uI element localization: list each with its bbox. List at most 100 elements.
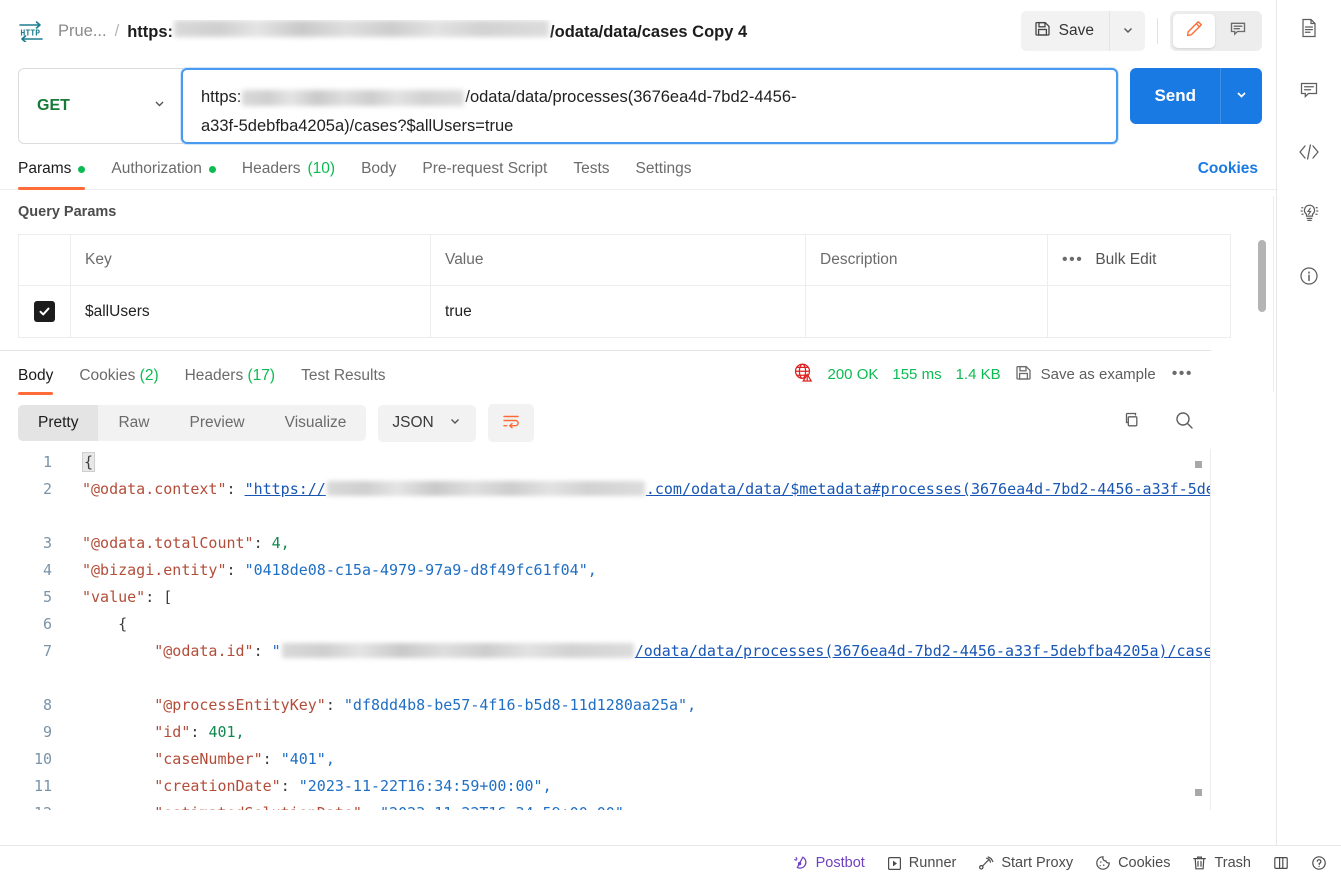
floppy-disk-icon bbox=[1015, 364, 1032, 385]
tab-tests[interactable]: Tests bbox=[560, 160, 622, 189]
line-number: 1 bbox=[42, 453, 52, 471]
json-link-prefix[interactable]: "https:// bbox=[245, 480, 326, 498]
rail-item-info[interactable] bbox=[1293, 262, 1325, 294]
ellipsis-icon[interactable]: ••• bbox=[1062, 251, 1083, 269]
header-description: Description bbox=[805, 234, 1048, 286]
url-input[interactable]: https: /odata/data/processes(3676ea4d-7bd… bbox=[181, 68, 1119, 144]
format-tab-pretty[interactable]: Pretty bbox=[18, 405, 99, 441]
query-params-section: Query Params Key Value Description ••• B… bbox=[0, 190, 1276, 392]
footer-item-runner[interactable]: Runner bbox=[887, 855, 956, 871]
row-checkbox[interactable] bbox=[34, 301, 55, 322]
url-row: GET https: /odata/data/processes(3676ea4d… bbox=[0, 62, 1276, 144]
json-link-suffix[interactable]: .com/odata/data/$metadata#processes(3676… bbox=[646, 480, 1211, 498]
pencil-icon bbox=[1185, 19, 1204, 43]
footer-item-trash[interactable]: Trash bbox=[1192, 855, 1251, 871]
bulk-edit-label[interactable]: Bulk Edit bbox=[1095, 251, 1156, 269]
json-value: "df8dd4b8-be57-4f16-b5d8-11d1280aa25a", bbox=[343, 696, 697, 714]
comment-mode-button[interactable] bbox=[1217, 14, 1259, 48]
response-tab-body-label: Body bbox=[18, 367, 54, 384]
json-value: "2023-11-22T16:34:59+00:00", bbox=[380, 804, 633, 810]
http-logo-icon: HTTP bbox=[18, 20, 44, 43]
response-tab-test-results[interactable]: Test Results bbox=[288, 367, 398, 397]
response-more-button[interactable]: ••• bbox=[1170, 365, 1195, 383]
response-tab-body[interactable]: Body bbox=[18, 367, 66, 397]
method-selector[interactable]: GET bbox=[18, 68, 183, 144]
row-key[interactable]: $allUsers bbox=[70, 285, 431, 338]
code-scrollbar[interactable] bbox=[1195, 461, 1202, 796]
rail-item-tips[interactable] bbox=[1293, 200, 1325, 232]
modified-dot-icon bbox=[208, 165, 216, 173]
send-options-button[interactable] bbox=[1220, 68, 1262, 124]
word-wrap-button[interactable] bbox=[487, 404, 534, 442]
json-key: "@odata.totalCount" bbox=[82, 534, 254, 552]
json-key: "@bizagi.entity" bbox=[82, 561, 227, 579]
row-extra bbox=[1047, 285, 1231, 338]
tab-headers-count: (10) bbox=[307, 160, 336, 177]
edit-mode-button[interactable] bbox=[1173, 14, 1215, 48]
params-scroll-thumb[interactable] bbox=[1258, 240, 1266, 312]
rail-item-code[interactable] bbox=[1293, 138, 1325, 170]
footer-item-start-proxy[interactable]: Start Proxy bbox=[978, 855, 1073, 871]
row-description[interactable] bbox=[805, 285, 1048, 338]
tab-body-label: Body bbox=[361, 160, 397, 177]
format-tab-visualize[interactable]: Visualize bbox=[265, 405, 367, 441]
chevron-down-icon bbox=[448, 414, 462, 433]
format-tab-raw[interactable]: Raw bbox=[98, 405, 169, 441]
code-line: { bbox=[82, 611, 1211, 638]
language-selector[interactable]: JSON bbox=[378, 404, 476, 442]
save-as-example-button[interactable]: Save as example bbox=[1015, 364, 1156, 385]
url-suffix-line1: /odata/data/processes(3676ea4d-7bd2-4456… bbox=[465, 88, 797, 106]
status-badge: 200 OK bbox=[827, 365, 879, 383]
code-scroll-down[interactable] bbox=[1195, 789, 1202, 796]
params-scroll-track bbox=[1273, 196, 1274, 392]
breadcrumb-folder[interactable]: Prue... bbox=[58, 22, 107, 41]
json-key: "caseNumber" bbox=[154, 750, 263, 768]
save-options-button[interactable] bbox=[1109, 11, 1145, 51]
tab-headers[interactable]: Headers (10) bbox=[229, 160, 348, 189]
line-number: 8 bbox=[42, 696, 52, 714]
breadcrumb-title-prefix: https: bbox=[127, 23, 174, 41]
footer-item-cookies[interactable]: Cookies bbox=[1095, 855, 1170, 871]
tab-pre-request-script[interactable]: Pre-request Script bbox=[409, 160, 560, 189]
response-tab-headers-count: (17) bbox=[247, 367, 276, 384]
code-scroll-up[interactable] bbox=[1195, 461, 1202, 468]
format-tab-preview[interactable]: Preview bbox=[170, 405, 265, 441]
response-body-code[interactable]: 1 2 3 4 5 6 7 8 9 10 11 12 bbox=[0, 449, 1211, 810]
footer-item-start-proxy-label: Start Proxy bbox=[1001, 855, 1074, 871]
tab-authorization[interactable]: Authorization bbox=[98, 160, 228, 189]
response-tab-headers[interactable]: Headers (17) bbox=[172, 367, 288, 397]
line-number: 3 bbox=[42, 534, 52, 552]
line-number: 11 bbox=[33, 777, 52, 795]
footer-item-trash-label: Trash bbox=[1214, 855, 1251, 871]
line-number: 9 bbox=[42, 723, 52, 741]
tab-params[interactable]: Params bbox=[18, 160, 98, 190]
search-icon[interactable] bbox=[1174, 410, 1195, 436]
params-scrollbar[interactable] bbox=[1258, 196, 1274, 392]
rail-item-documentation[interactable] bbox=[1293, 14, 1325, 46]
rail-item-comments[interactable] bbox=[1293, 76, 1325, 108]
footer-item-layout[interactable] bbox=[1273, 855, 1289, 871]
header-actions: Save bbox=[1020, 11, 1262, 51]
chevron-down-icon bbox=[1234, 87, 1249, 105]
json-key: "@odata.id" bbox=[154, 642, 254, 660]
copy-icon[interactable] bbox=[1121, 410, 1142, 436]
cookies-link[interactable]: Cookies bbox=[1198, 160, 1258, 177]
redacted-host bbox=[242, 89, 465, 106]
json-link-suffix[interactable]: /odata/data/processes(3676ea4d-7bd2-4456… bbox=[635, 642, 1211, 660]
save-button[interactable]: Save bbox=[1020, 11, 1109, 51]
footer-item-postbot[interactable]: Postbot bbox=[793, 855, 865, 871]
footer-item-help[interactable] bbox=[1311, 855, 1327, 871]
row-checkbox-cell bbox=[18, 285, 71, 338]
tab-body[interactable]: Body bbox=[348, 160, 409, 189]
fold-gutter[interactable] bbox=[66, 449, 82, 810]
breadcrumb[interactable]: Prue... / https: /odata/data/cases Copy 4 bbox=[58, 20, 1011, 42]
tab-settings[interactable]: Settings bbox=[623, 160, 705, 189]
word-wrap-icon bbox=[501, 411, 521, 436]
send-button[interactable]: Send bbox=[1130, 68, 1220, 124]
globe-warning-icon[interactable] bbox=[793, 362, 814, 387]
lightbulb-icon bbox=[1298, 202, 1321, 230]
redacted-host bbox=[326, 481, 645, 496]
code-line: "@odata.totalCount": 4, bbox=[82, 534, 290, 552]
response-tab-cookies[interactable]: Cookies (2) bbox=[66, 367, 171, 397]
row-value[interactable]: true bbox=[430, 285, 806, 338]
